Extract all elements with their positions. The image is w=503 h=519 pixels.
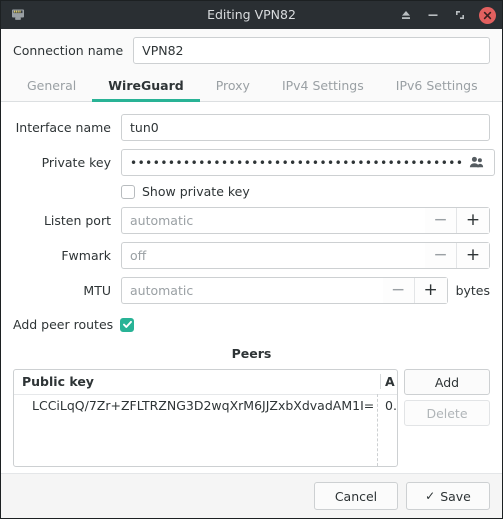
interface-name-label: Interface name [15, 120, 111, 135]
tab-ipv6-settings[interactable]: IPv6 Settings [380, 71, 494, 102]
show-private-key-row: Show private key [13, 184, 490, 199]
add-peer-routes-label: Add peer routes [13, 317, 114, 332]
show-private-key-control[interactable]: Show private key [121, 184, 490, 199]
show-private-key-checkbox[interactable] [121, 184, 135, 199]
mtu-label: MTU [83, 283, 111, 298]
mtu-input[interactable]: automatic [121, 277, 383, 304]
mtu-stepper: − + [382, 277, 448, 304]
mtu-value: automatic [130, 283, 194, 298]
listen-port-label: Listen port [43, 213, 111, 228]
editing-vpn-window: Editing VPN82 Connection name VPN82 Gene… [0, 0, 503, 519]
fwmark-value: off [130, 248, 147, 263]
mtu-decrement-button[interactable]: − [382, 278, 415, 303]
window-controls [398, 6, 496, 24]
column-header-public-key[interactable]: Public key [14, 374, 380, 389]
listen-port-input[interactable]: automatic [121, 207, 425, 234]
fwmark-stepper: − + [425, 242, 490, 269]
listen-port-row: Listen port automatic − + [13, 207, 490, 234]
mtu-row: MTU automatic − + bytes [13, 277, 490, 304]
delete-peer-button[interactable]: Delete [404, 400, 490, 426]
peers-buttons: Add Delete [404, 369, 490, 467]
tab-proxy[interactable]: Proxy [200, 71, 266, 102]
check-icon: ✓ [425, 489, 436, 503]
tab-wireguard[interactable]: WireGuard [92, 71, 200, 102]
peers-heading: Peers [231, 346, 272, 361]
private-key-input[interactable]: ••••••••••••••••••••••••••••••••••••••••… [121, 149, 496, 176]
fwmark-control: off − + [121, 242, 490, 269]
save-button-label: Save [440, 488, 471, 504]
add-peer-routes-checkbox[interactable] [120, 317, 135, 332]
tab-general[interactable]: General [11, 71, 92, 102]
settings-tabs: General WireGuard Proxy IPv4 Settings IP… [1, 71, 502, 102]
mtu-units-label: bytes [455, 283, 490, 298]
private-key-control: ••••••••••••••••••••••••••••••••••••••••… [121, 149, 496, 176]
minimize-icon[interactable] [425, 7, 441, 23]
peers-area: Public key A LCCiLqQ/7Zr+ZFLTRZNG3D2wqXr… [13, 369, 490, 467]
column-header-allowed-ips[interactable]: A [381, 374, 397, 389]
listen-port-decrement-button[interactable]: − [425, 208, 457, 233]
private-key-row: Private key ••••••••••••••••••••••••••••… [13, 149, 496, 176]
peer-allowed-ips-cell: 0. [385, 398, 397, 413]
unstick-icon[interactable] [398, 7, 414, 23]
wireguard-tab-panel: Interface name tun0 Private key ••••••••… [1, 102, 502, 473]
add-peer-routes-row[interactable]: Add peer routes [13, 317, 490, 332]
titlebar: Editing VPN82 [1, 1, 502, 29]
add-peer-button[interactable]: Add [404, 369, 490, 395]
listen-port-control: automatic − + [121, 207, 490, 234]
dialog-footer: Cancel ✓ Save [1, 473, 502, 518]
fwmark-decrement-button[interactable]: − [425, 243, 457, 268]
connection-name-row: Connection name [1, 29, 502, 71]
save-button[interactable]: ✓ Save [406, 482, 490, 510]
fwmark-increment-button[interactable]: + [457, 243, 489, 268]
maximize-icon[interactable] [452, 7, 468, 23]
close-icon[interactable] [479, 6, 496, 24]
network-port-icon [9, 6, 27, 24]
table-row[interactable]: LCCiLqQ/7Zr+ZFLTRZNG3D2wqXrM6JJZxbXdvadA… [14, 395, 397, 416]
peers-list-header: Public key A [14, 370, 397, 395]
listen-port-increment-button[interactable]: + [457, 208, 489, 233]
cancel-button[interactable]: Cancel [314, 482, 398, 510]
mtu-control: automatic − + bytes [121, 277, 490, 304]
fwmark-row: Fwmark off − + [13, 242, 490, 269]
show-private-key-label: Show private key [142, 184, 250, 199]
peer-public-key-cell: LCCiLqQ/7Zr+ZFLTRZNG3D2wqXrM6JJZxbXdvadA… [32, 398, 375, 413]
interface-name-input[interactable]: tun0 [121, 114, 490, 141]
interface-name-control: tun0 [121, 114, 490, 141]
tab-ipv4-settings[interactable]: IPv4 Settings [266, 71, 380, 102]
fwmark-label: Fwmark [61, 248, 111, 263]
listen-port-value: automatic [130, 213, 194, 228]
listen-port-stepper: − + [425, 207, 490, 234]
fwmark-input[interactable]: off [121, 242, 425, 269]
connection-name-input[interactable] [133, 37, 490, 64]
mtu-increment-button[interactable]: + [414, 278, 447, 303]
interface-name-row: Interface name tun0 [13, 114, 490, 141]
private-key-value: ••••••••••••••••••••••••••••••••••••••••… [130, 155, 464, 170]
private-key-label: Private key [41, 155, 111, 170]
contacts-icon[interactable] [467, 153, 486, 172]
interface-name-value: tun0 [130, 120, 159, 135]
peers-list[interactable]: Public key A LCCiLqQ/7Zr+ZFLTRZNG3D2wqXr… [13, 369, 398, 467]
column-divider-line [377, 394, 378, 466]
connection-name-label: Connection name [13, 43, 124, 58]
